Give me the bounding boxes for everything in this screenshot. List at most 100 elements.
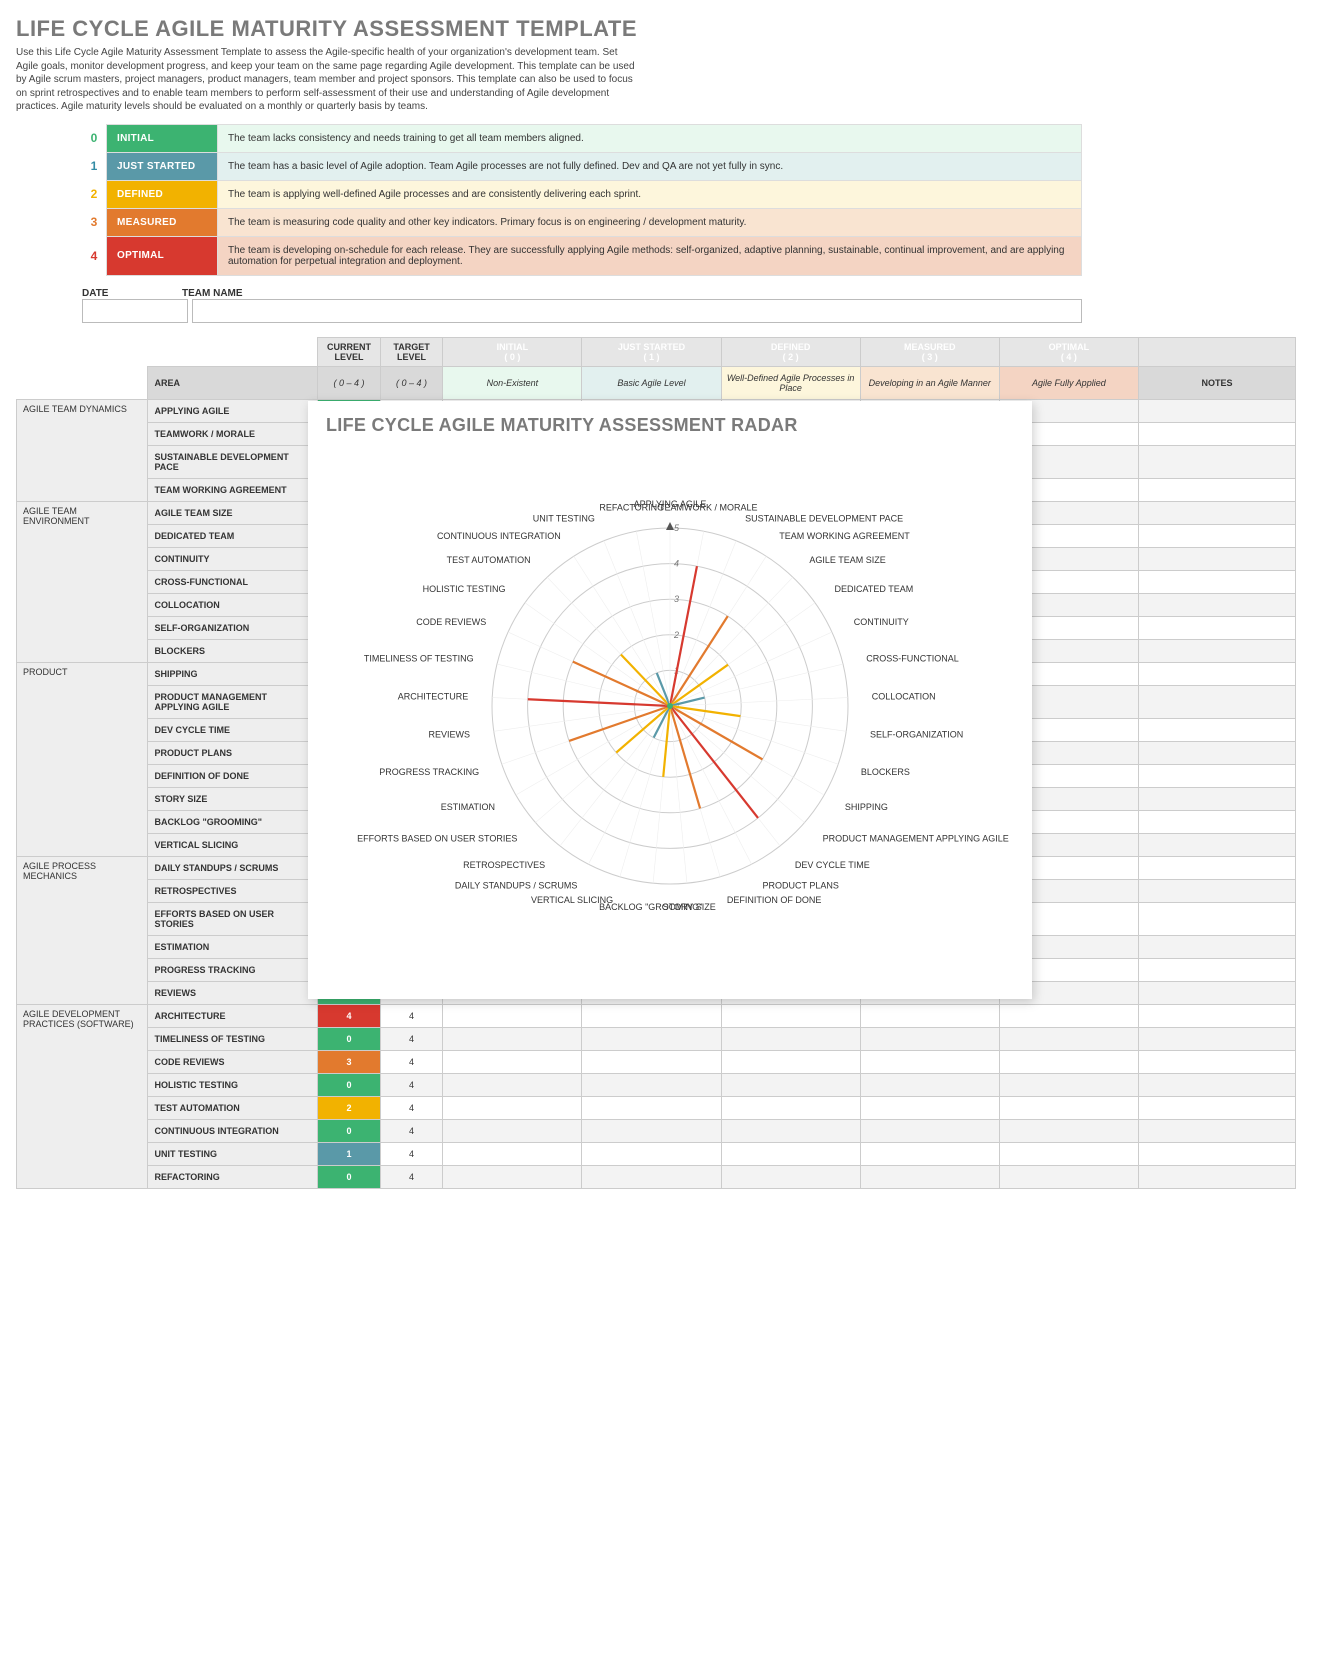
target-level-cell[interactable]: 4 — [380, 1142, 443, 1165]
area-group: AGILE TEAM ENVIRONMENT — [17, 501, 148, 662]
notes-cell[interactable] — [1138, 1027, 1295, 1050]
current-level-cell[interactable]: 0 — [318, 1027, 381, 1050]
notes-cell[interactable] — [1138, 741, 1295, 764]
notes-cell[interactable] — [1138, 524, 1295, 547]
level-3-slot[interactable] — [860, 1004, 999, 1027]
notes-cell[interactable] — [1138, 399, 1295, 422]
level-4-slot[interactable] — [999, 1119, 1138, 1142]
notes-cell[interactable] — [1138, 902, 1295, 935]
level-2-slot[interactable] — [721, 1050, 860, 1073]
current-level-cell[interactable]: 4 — [318, 1004, 381, 1027]
level-0-slot[interactable] — [443, 1119, 582, 1142]
level-3-slot[interactable] — [860, 1142, 999, 1165]
level-2-slot[interactable] — [721, 1142, 860, 1165]
level-0-slot[interactable] — [443, 1050, 582, 1073]
notes-cell[interactable] — [1138, 639, 1295, 662]
notes-cell[interactable] — [1138, 593, 1295, 616]
row-label: PRODUCT MANAGEMENT APPLYING AGILE — [148, 685, 318, 718]
notes-cell[interactable] — [1138, 1073, 1295, 1096]
target-level-cell[interactable]: 4 — [380, 1096, 443, 1119]
level-3-slot[interactable] — [860, 1165, 999, 1188]
level-0-slot[interactable] — [443, 1004, 582, 1027]
notes-cell[interactable] — [1138, 501, 1295, 524]
current-level-cell[interactable]: 3 — [318, 1050, 381, 1073]
notes-cell[interactable] — [1138, 787, 1295, 810]
notes-cell[interactable] — [1138, 856, 1295, 879]
level-2-slot[interactable] — [721, 1119, 860, 1142]
notes-cell[interactable] — [1138, 662, 1295, 685]
level-2-slot[interactable] — [721, 1165, 860, 1188]
notes-cell[interactable] — [1138, 1165, 1295, 1188]
notes-cell[interactable] — [1138, 445, 1295, 478]
notes-cell[interactable] — [1138, 958, 1295, 981]
level-4-slot[interactable] — [999, 1073, 1138, 1096]
row-label: DEDICATED TEAM — [148, 524, 318, 547]
level-1-slot[interactable] — [582, 1004, 721, 1027]
level-3-slot[interactable] — [860, 1027, 999, 1050]
notes-cell[interactable] — [1138, 764, 1295, 787]
notes-cell[interactable] — [1138, 1096, 1295, 1119]
row-label: VERTICAL SLICING — [148, 833, 318, 856]
level-1-slot[interactable] — [582, 1073, 721, 1096]
level-4-slot[interactable] — [999, 1142, 1138, 1165]
notes-cell[interactable] — [1138, 935, 1295, 958]
notes-cell[interactable] — [1138, 1050, 1295, 1073]
level-1-slot[interactable] — [582, 1027, 721, 1050]
notes-cell[interactable] — [1138, 981, 1295, 1004]
notes-cell[interactable] — [1138, 1119, 1295, 1142]
level-1-slot[interactable] — [582, 1119, 721, 1142]
radar-title: LIFE CYCLE AGILE MATURITY ASSESSMENT RAD… — [326, 415, 1014, 436]
current-level-cell[interactable]: 2 — [318, 1096, 381, 1119]
notes-cell[interactable] — [1138, 422, 1295, 445]
target-level-cell[interactable]: 4 — [380, 1119, 443, 1142]
row-label: PRODUCT PLANS — [148, 741, 318, 764]
target-level-cell[interactable]: 4 — [380, 1165, 443, 1188]
target-level-cell[interactable]: 4 — [380, 1004, 443, 1027]
level-4-slot[interactable] — [999, 1004, 1138, 1027]
notes-cell[interactable] — [1138, 1004, 1295, 1027]
notes-cell[interactable] — [1138, 718, 1295, 741]
target-level-cell[interactable]: 4 — [380, 1027, 443, 1050]
level-4-slot[interactable] — [999, 1096, 1138, 1119]
level-3-slot[interactable] — [860, 1050, 999, 1073]
level-2-slot[interactable] — [721, 1073, 860, 1096]
current-level-cell[interactable]: 0 — [318, 1073, 381, 1096]
notes-cell[interactable] — [1138, 685, 1295, 718]
target-level-cell[interactable]: 4 — [380, 1073, 443, 1096]
level-4-slot[interactable] — [999, 1050, 1138, 1073]
level-3-slot[interactable] — [860, 1073, 999, 1096]
current-level-cell[interactable]: 1 — [318, 1142, 381, 1165]
notes-cell[interactable] — [1138, 833, 1295, 856]
target-level-cell[interactable]: 4 — [380, 1050, 443, 1073]
level-1-slot[interactable] — [582, 1096, 721, 1119]
level-2-slot[interactable] — [721, 1004, 860, 1027]
level-4-slot[interactable] — [999, 1165, 1138, 1188]
row-label: APPLYING AGILE — [148, 399, 318, 422]
notes-cell[interactable] — [1138, 547, 1295, 570]
notes-cell[interactable] — [1138, 1142, 1295, 1165]
level-2-slot[interactable] — [721, 1027, 860, 1050]
notes-cell[interactable] — [1138, 616, 1295, 639]
svg-text:DEV CYCLE TIME: DEV CYCLE TIME — [795, 859, 870, 869]
level-3-slot[interactable] — [860, 1119, 999, 1142]
level-0-slot[interactable] — [443, 1027, 582, 1050]
level-1-slot[interactable] — [582, 1050, 721, 1073]
svg-text:VERTICAL SLICING: VERTICAL SLICING — [531, 894, 613, 904]
notes-cell[interactable] — [1138, 879, 1295, 902]
current-level-cell[interactable]: 0 — [318, 1165, 381, 1188]
notes-cell[interactable] — [1138, 478, 1295, 501]
date-input[interactable] — [82, 299, 188, 323]
level-1-slot[interactable] — [582, 1142, 721, 1165]
level-0-slot[interactable] — [443, 1096, 582, 1119]
level-2-slot[interactable] — [721, 1096, 860, 1119]
notes-cell[interactable] — [1138, 810, 1295, 833]
current-level-cell[interactable]: 0 — [318, 1119, 381, 1142]
notes-cell[interactable] — [1138, 570, 1295, 593]
level-0-slot[interactable] — [443, 1142, 582, 1165]
team-name-input[interactable] — [192, 299, 1082, 323]
level-0-slot[interactable] — [443, 1073, 582, 1096]
level-4-slot[interactable] — [999, 1027, 1138, 1050]
level-0-slot[interactable] — [443, 1165, 582, 1188]
level-3-slot[interactable] — [860, 1096, 999, 1119]
level-1-slot[interactable] — [582, 1165, 721, 1188]
